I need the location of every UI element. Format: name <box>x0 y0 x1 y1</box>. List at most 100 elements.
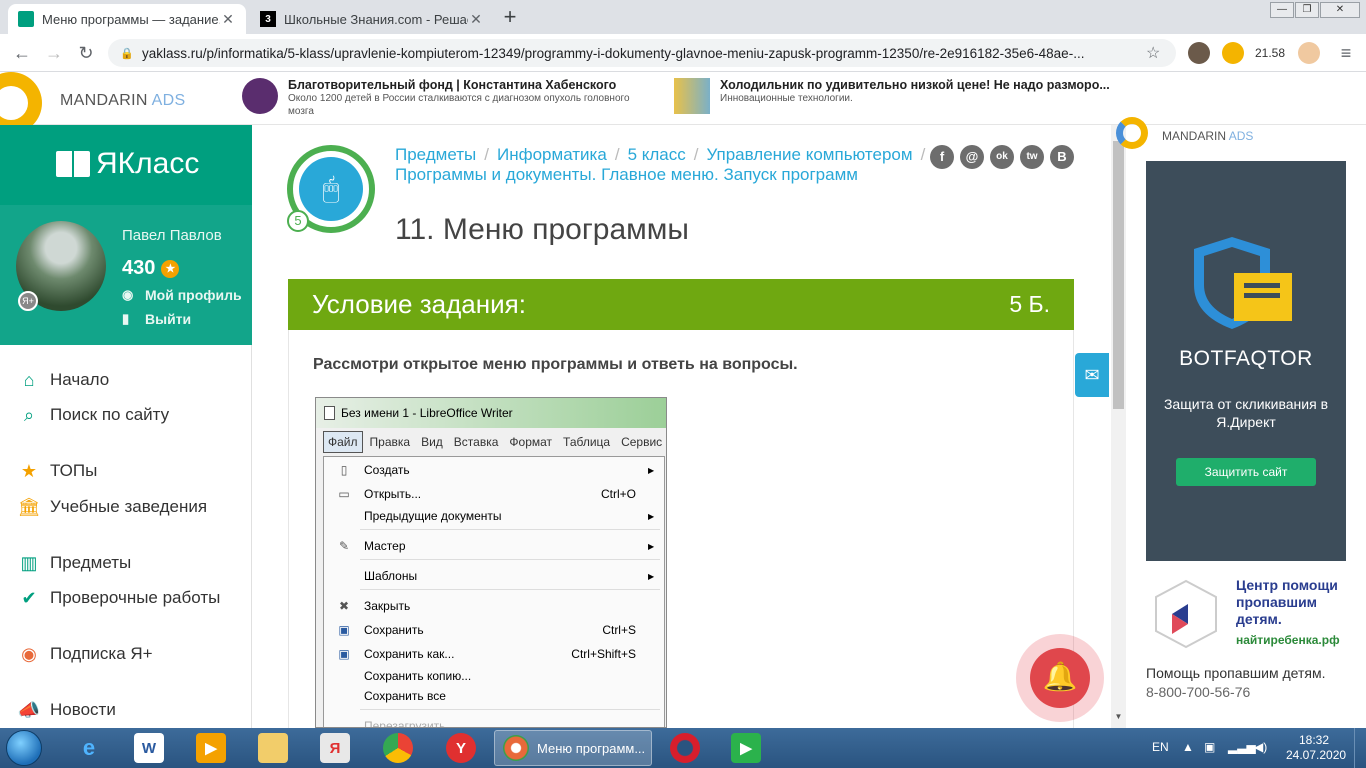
media-app-icon[interactable]: ▶ <box>731 733 761 763</box>
extension-badge: 21.58 <box>1255 46 1286 60</box>
menu-separator <box>360 709 660 710</box>
menu-edit: Правка <box>369 435 411 449</box>
star-icon: ★ <box>20 460 38 481</box>
back-button[interactable]: ← <box>10 42 34 66</box>
breadcrumb-informatics[interactable]: Информатика <box>497 145 607 164</box>
show-desktop-button[interactable] <box>1354 728 1366 768</box>
brand-header[interactable]: ЯКласс <box>0 125 252 205</box>
close-tab-icon[interactable]: ✕ <box>220 11 236 28</box>
odnoklassniki-share-icon[interactable]: ok <box>990 145 1014 169</box>
protect-site-button[interactable]: Защитить сайт <box>1176 458 1316 486</box>
twitter-share-icon[interactable]: tw <box>1020 145 1044 169</box>
nav-news[interactable]: 📣 Новости <box>18 699 116 721</box>
nav-search[interactable]: ⌕ Поиск по сайту <box>18 404 169 426</box>
nav-tops[interactable]: ★ ТОПы <box>18 460 97 482</box>
tab-title: Школьные Знания.com - Решае <box>284 11 468 27</box>
nav-subscription[interactable]: ◉ Подписка Я+ <box>18 643 152 665</box>
new-tab-button[interactable]: + <box>498 6 522 30</box>
center-site-link[interactable]: найтиребенка.рф <box>1236 633 1340 647</box>
close-icon: ✖ <box>338 599 350 613</box>
nav-subjects[interactable]: ▥ Предметы <box>18 552 131 574</box>
notification-bell-button[interactable]: 🔔 <box>1016 634 1104 722</box>
yandex-browser-icon[interactable]: Я <box>320 733 350 763</box>
restore-button[interactable]: ❐ <box>1295 2 1319 18</box>
word-icon[interactable]: W <box>134 733 164 763</box>
facebook-share-icon[interactable]: f <box>930 145 954 169</box>
clock-date: 24.07.2020 <box>1286 748 1347 762</box>
tab-yaklass[interactable]: Меню программы — задание. Я ✕ <box>8 4 246 34</box>
menu-item-open: ▭ Открыть... Ctrl+O <box>324 483 664 505</box>
extension-coin-icon[interactable] <box>1222 42 1244 64</box>
page-scrollbar[interactable]: ▲ ▼ <box>1111 125 1126 728</box>
breadcrumb-programs[interactable]: Программы и документы. Главное меню. Зап… <box>395 165 858 184</box>
windows-taskbar: e W ▶ Я Y Меню программ... ▶ EN ▲ ▣ ▂▃▅ … <box>0 728 1366 768</box>
bookmark-star-icon[interactable]: ☆ <box>1146 43 1164 63</box>
opera-icon[interactable] <box>670 733 700 763</box>
logout-link[interactable]: ▮ Выйти <box>122 311 191 327</box>
yaklass-favicon-icon <box>18 11 34 27</box>
menu-item-templates: Шаблоны ▶ <box>364 569 655 583</box>
nav-schools[interactable]: 🏛 Учебные заведения <box>17 496 208 518</box>
menu-icon[interactable]: ≡ <box>1334 42 1358 66</box>
bell-icon: 🔔 <box>1030 648 1090 708</box>
vk-share-icon[interactable]: B <box>1050 145 1074 169</box>
book-icon <box>56 151 90 177</box>
browser-tab-bar: Меню программы — задание. Я ✕ 3 Школьные… <box>0 0 1366 34</box>
menu-item-wizard: ✎ Мастер ▶ <box>324 535 664 557</box>
task-question: Рассмотри открытое меню программы и отве… <box>313 356 798 373</box>
botfaqtor-ad[interactable]: BOTFAQTOR Защита от скликивания в Я.Дире… <box>1146 161 1346 561</box>
ya-plus-icon: ◉ <box>21 643 37 664</box>
tab-znanija[interactable]: 3 Школьные Знания.com - Решае ✕ <box>250 4 494 34</box>
nav-home[interactable]: ⌂ Начало <box>18 369 110 391</box>
taskbar-item-chrome-window[interactable]: Меню программ... <box>494 730 652 766</box>
breadcrumb-grade[interactable]: 5 класс <box>628 145 686 164</box>
yaklass-logo[interactable]: ЯКласс <box>56 147 199 181</box>
menu-item-reload: Перезагрузить <box>364 719 446 728</box>
yandex-icon[interactable]: Y <box>446 733 476 763</box>
ad-text: Около 1200 детей в России сталкиваются с… <box>288 93 630 117</box>
scroll-down-arrow-icon[interactable]: ▼ <box>1111 712 1126 726</box>
volume-icon[interactable]: ◀) <box>1254 740 1267 754</box>
extension-hand-icon[interactable] <box>1298 42 1320 64</box>
network-signal-icon[interactable]: ▂▃▅ <box>1228 740 1256 754</box>
media-player-icon[interactable]: ▶ <box>196 733 226 763</box>
school-icon: 🏛 <box>17 496 41 517</box>
scroll-thumb[interactable] <box>1113 141 1124 409</box>
start-button[interactable] <box>6 730 42 766</box>
feedback-mail-button[interactable]: ✉ <box>1075 353 1109 397</box>
chrome-icon[interactable] <box>383 733 413 763</box>
extension-avatar-icon[interactable] <box>1188 42 1210 64</box>
forward-button[interactable]: → <box>42 42 66 66</box>
menu-item-save-copy: Сохранить копию... <box>364 669 472 683</box>
top-ad-bar: MANDARIN ADS Благотворительный фонд | Ко… <box>0 72 1366 134</box>
breadcrumb-computer-control[interactable]: Управление компьютером <box>706 145 912 164</box>
minimize-button[interactable]: — <box>1270 2 1294 18</box>
tray-expand-icon[interactable]: ▲ <box>1182 740 1194 754</box>
chrome-window-icon <box>503 735 529 761</box>
center-title[interactable]: Центр помощи пропавшим детям. <box>1236 577 1346 628</box>
url-text: yaklass.ru/p/informatika/5-klass/upravle… <box>142 45 1085 61</box>
close-tab-icon[interactable]: ✕ <box>468 11 484 28</box>
mailru-share-icon[interactable]: @ <box>960 145 984 169</box>
language-indicator[interactable]: EN <box>1152 740 1169 754</box>
book-icon: ▥ <box>20 552 38 573</box>
close-window-button[interactable]: ✕ <box>1320 2 1360 18</box>
my-profile-link[interactable]: ◉ Мой профиль <box>122 287 242 303</box>
reload-button[interactable]: ↻ <box>74 42 98 66</box>
explorer-folder-icon[interactable] <box>258 733 288 763</box>
system-clock[interactable]: 18:32 24.07.2020 <box>1286 733 1347 763</box>
ad-charity[interactable]: Благотворительный фонд | Константина Хаб… <box>242 78 652 118</box>
task-score: 5 Б. <box>1009 291 1050 317</box>
user-circle-icon: ◉ <box>122 287 134 302</box>
new-doc-icon: ▯ <box>340 463 348 477</box>
url-input[interactable]: 🔒 yaklass.ru/p/informatika/5-klass/uprav… <box>108 39 1176 67</box>
nav-tests[interactable]: ✔ Проверочные работы <box>18 587 220 609</box>
task-header: Условие задания: 5 Б. <box>288 279 1074 330</box>
ad-fridge[interactable]: Холодильник по удивительно низкой цене! … <box>674 78 1114 114</box>
breadcrumb-subjects[interactable]: Предметы <box>395 145 476 164</box>
user-name[interactable]: Павел Павлов <box>122 227 222 244</box>
writer-title-bar: Без имени 1 - LibreOffice Writer <box>316 398 666 428</box>
ie-icon[interactable]: e <box>74 733 104 763</box>
tray-app-icon[interactable]: ▣ <box>1204 740 1215 754</box>
ad-title: Холодильник по удивительно низкой цене! … <box>720 78 1110 92</box>
